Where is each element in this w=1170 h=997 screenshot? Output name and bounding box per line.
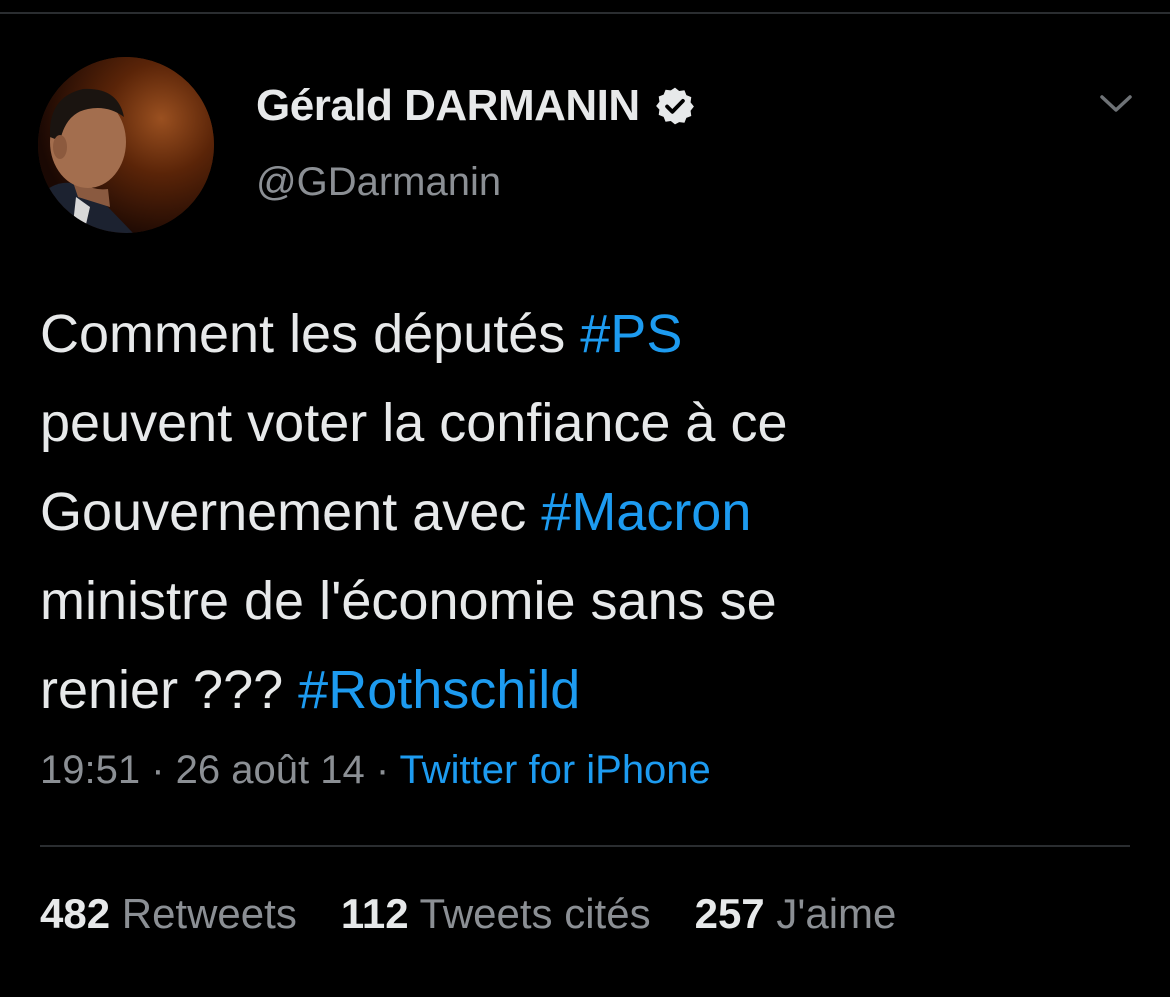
author-handle[interactable]: @GDarmanin [256,160,501,205]
tweet-text-line: ministre de l'économie sans se [40,557,1120,646]
tweet-text-segment: ministre de l'économie sans se [40,571,777,631]
hashtag-link[interactable]: #PS [580,304,682,364]
tweet-text-line: renier ??? #Rothschild [40,646,1120,735]
tweet-text-line: peuvent voter la confiance à ce [40,379,1120,468]
hashtag-link[interactable]: #Rothschild [298,660,580,720]
retweets-count: 482 [40,890,111,937]
chevron-down-icon[interactable] [1096,88,1136,118]
tweet-date[interactable]: 26 août 14 [176,748,365,792]
stats-divider [40,845,1130,847]
tweet-text-line: Gouvernement avec #Macron [40,468,1120,557]
tweet-text-segment: Comment les députés [40,304,581,364]
tweet-stats: 482 Retweets 112 Tweets cités 257 J'aime [40,890,896,938]
avatar[interactable] [38,57,214,233]
tweet-text: Comment les députés #PS peuvent voter la … [40,290,1120,735]
likes-count: 257 [694,890,765,937]
quotes-label: Tweets cités [408,890,651,937]
author-name-row[interactable]: Gérald DARMANIN [256,78,696,134]
retweets-label: Retweets [110,890,297,937]
retweets-stat[interactable]: 482 Retweets [40,890,297,938]
tweet-text-segment: Gouvernement avec [40,482,542,542]
top-divider [0,12,1170,14]
tweet-time[interactable]: 19:51 [40,748,140,792]
meta-separator: · [364,748,400,792]
tweet-source-link[interactable]: Twitter for iPhone [400,748,711,792]
tweet-text-line: Comment les députés #PS [40,290,1120,379]
likes-stat[interactable]: 257 J'aime [695,890,897,938]
author-display-name[interactable]: Gérald DARMANIN [256,81,640,131]
tweet-meta: 19:51 · 26 août 14 · Twitter for iPhone [40,748,711,793]
tweet-text-segment: renier ??? [40,660,299,720]
meta-separator: · [140,748,176,792]
hashtag-link[interactable]: #Macron [541,482,751,542]
verified-badge-icon [654,85,696,127]
quotes-count: 112 [340,890,409,937]
likes-label: J'aime [764,890,897,937]
tweet-text-segment: peuvent voter la confiance à ce [40,393,788,453]
quote-tweets-stat[interactable]: 112 Tweets cités [341,890,651,938]
